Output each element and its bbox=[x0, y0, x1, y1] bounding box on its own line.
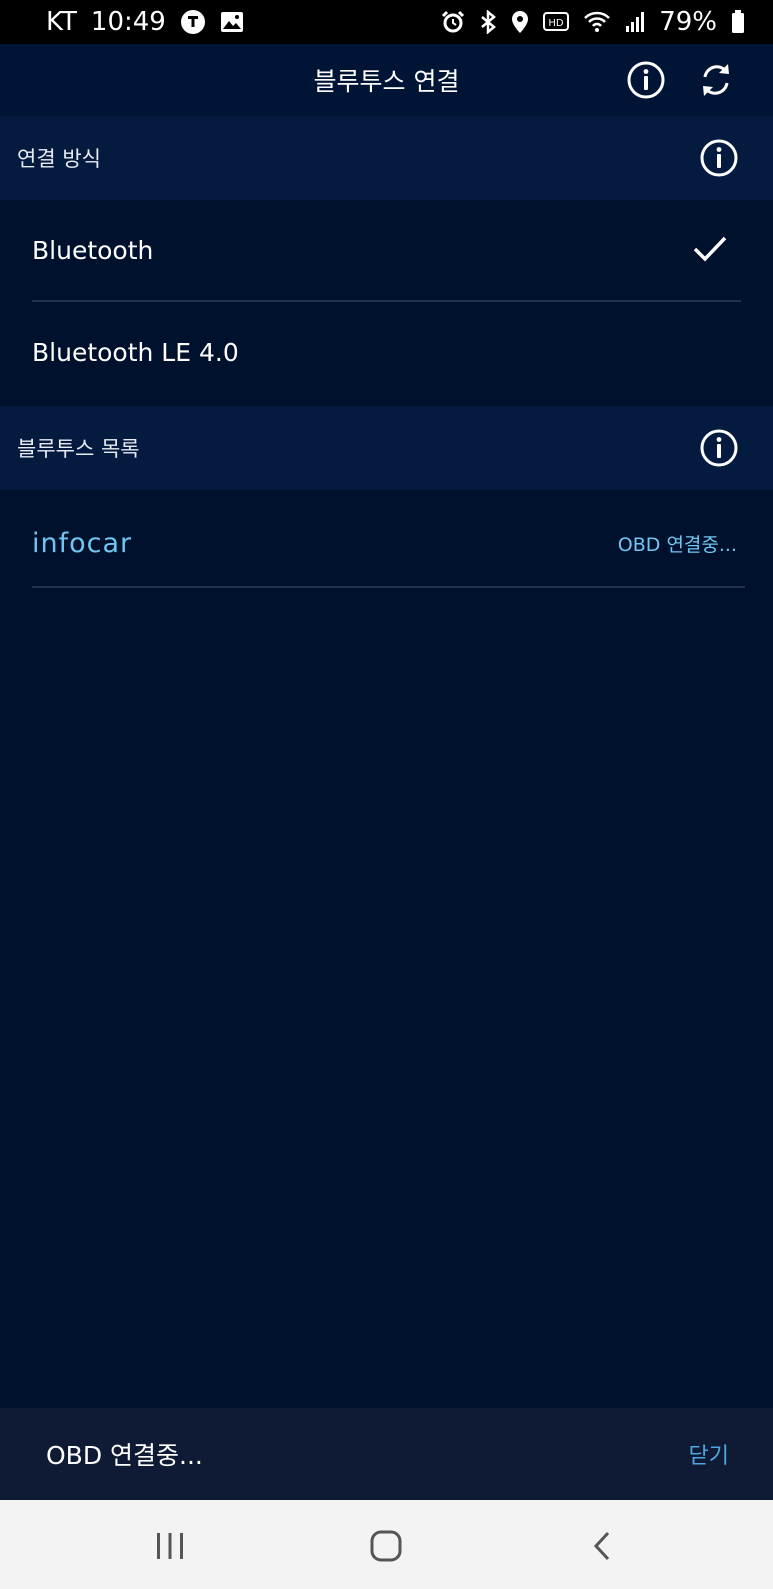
hd-icon: HD bbox=[543, 11, 570, 33]
recent-apps-icon[interactable] bbox=[148, 1524, 192, 1568]
device-status: OBD 연결중... bbox=[617, 533, 737, 556]
battery-percent: 79% bbox=[659, 7, 717, 37]
device-list-header: 블루투스 목록 bbox=[0, 406, 773, 490]
signal-icon bbox=[625, 11, 645, 33]
close-button[interactable]: 닫기 bbox=[689, 1438, 729, 1470]
device-list-title: 블루투스 목록 bbox=[17, 437, 140, 461]
back-icon[interactable] bbox=[580, 1524, 624, 1568]
status-left: KT 10:49 bbox=[46, 7, 244, 37]
toast-message: OBD 연결중... bbox=[46, 1441, 203, 1470]
connection-method-title: 연결 방식 bbox=[17, 147, 101, 171]
system-nav-bar bbox=[0, 1500, 773, 1589]
connection-method-header: 연결 방식 bbox=[0, 116, 773, 200]
page-title: 블루투스 연결 bbox=[313, 67, 460, 96]
home-icon[interactable] bbox=[364, 1524, 408, 1568]
info-icon[interactable] bbox=[697, 136, 741, 180]
bluetooth-icon bbox=[479, 10, 497, 34]
app-header: 블루투스 연결 bbox=[0, 44, 773, 116]
alarm-icon bbox=[441, 10, 465, 34]
device-name: infocar bbox=[32, 527, 133, 559]
device-row-infocar[interactable]: infocar OBD 연결중... bbox=[0, 500, 773, 586]
svg-text:HD: HD bbox=[549, 18, 565, 29]
divider bbox=[32, 586, 745, 588]
option-label: Bluetooth LE 4.0 bbox=[32, 337, 239, 367]
connection-toast: OBD 연결중... 닫기 bbox=[0, 1408, 773, 1500]
option-label: Bluetooth bbox=[32, 235, 154, 265]
check-icon bbox=[693, 236, 727, 268]
image-icon bbox=[220, 11, 244, 33]
wifi-icon bbox=[583, 11, 611, 33]
clock: 10:49 bbox=[90, 7, 166, 37]
option-bluetooth[interactable]: Bluetooth bbox=[0, 200, 773, 300]
option-bluetooth-le[interactable]: Bluetooth LE 4.0 bbox=[0, 302, 773, 402]
location-icon bbox=[511, 10, 529, 34]
info-icon[interactable] bbox=[624, 58, 668, 102]
info-icon[interactable] bbox=[697, 426, 741, 470]
battery-icon bbox=[731, 10, 745, 34]
refresh-icon[interactable] bbox=[694, 58, 738, 102]
status-right: HD 79% bbox=[441, 7, 745, 37]
talk-icon bbox=[180, 9, 206, 35]
carrier-label: KT bbox=[46, 7, 77, 37]
status-bar: KT 10:49 HD 79% bbox=[0, 0, 773, 44]
